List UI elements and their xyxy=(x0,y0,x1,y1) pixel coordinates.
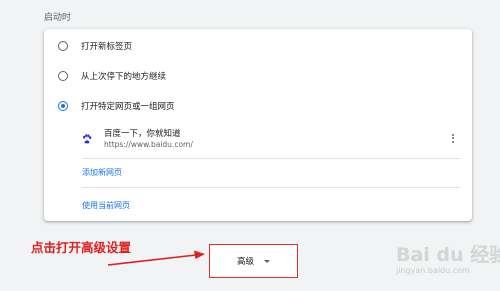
advanced-button[interactable]: 高级 xyxy=(209,244,298,278)
watermark-url: jingyan.baidu.com xyxy=(396,266,470,275)
annotation-text: 点击打开高级设置 xyxy=(31,240,132,255)
option-specific-pages-label: 打开特定网页或一组网页 xyxy=(81,102,175,112)
divider xyxy=(82,187,460,188)
caret-down-icon xyxy=(264,260,270,263)
radio-continue[interactable] xyxy=(58,71,68,81)
watermark: Bai du 经验 jingyan.baidu.com xyxy=(382,236,500,284)
option-continue-label: 从上次停下的地方继续 xyxy=(81,72,167,82)
startup-section-title: 启动时 xyxy=(44,13,72,23)
startup-card: 打开新标签页 从上次停下的地方继续 打开特定网页或一组网页 百度一下，你就知道 … xyxy=(44,29,472,221)
add-new-page-link[interactable]: 添加新网页 xyxy=(82,167,122,178)
option-specific-pages[interactable]: 打开特定网页或一组网页 xyxy=(58,99,175,113)
option-continue[interactable]: 从上次停下的地方继续 xyxy=(58,69,166,83)
more-vert-icon[interactable] xyxy=(448,132,458,146)
option-new-tab-label: 打开新标签页 xyxy=(81,42,133,52)
startup-page-row: 百度一下，你就知道 https://www.baidu.com/ xyxy=(82,126,458,154)
option-new-tab[interactable]: 打开新标签页 xyxy=(58,39,132,53)
use-current-pages-link[interactable]: 使用当前网页 xyxy=(82,200,130,211)
advanced-label: 高级 xyxy=(236,257,254,267)
baidu-paw-icon xyxy=(83,134,92,144)
divider xyxy=(82,158,460,159)
watermark-text: Bai du 经验 xyxy=(396,244,500,266)
page-title: 百度一下，你就知道 xyxy=(104,129,181,139)
page-url: https://www.baidu.com/ xyxy=(104,140,193,149)
radio-new-tab[interactable] xyxy=(58,41,68,51)
radio-specific-pages[interactable] xyxy=(58,101,68,111)
